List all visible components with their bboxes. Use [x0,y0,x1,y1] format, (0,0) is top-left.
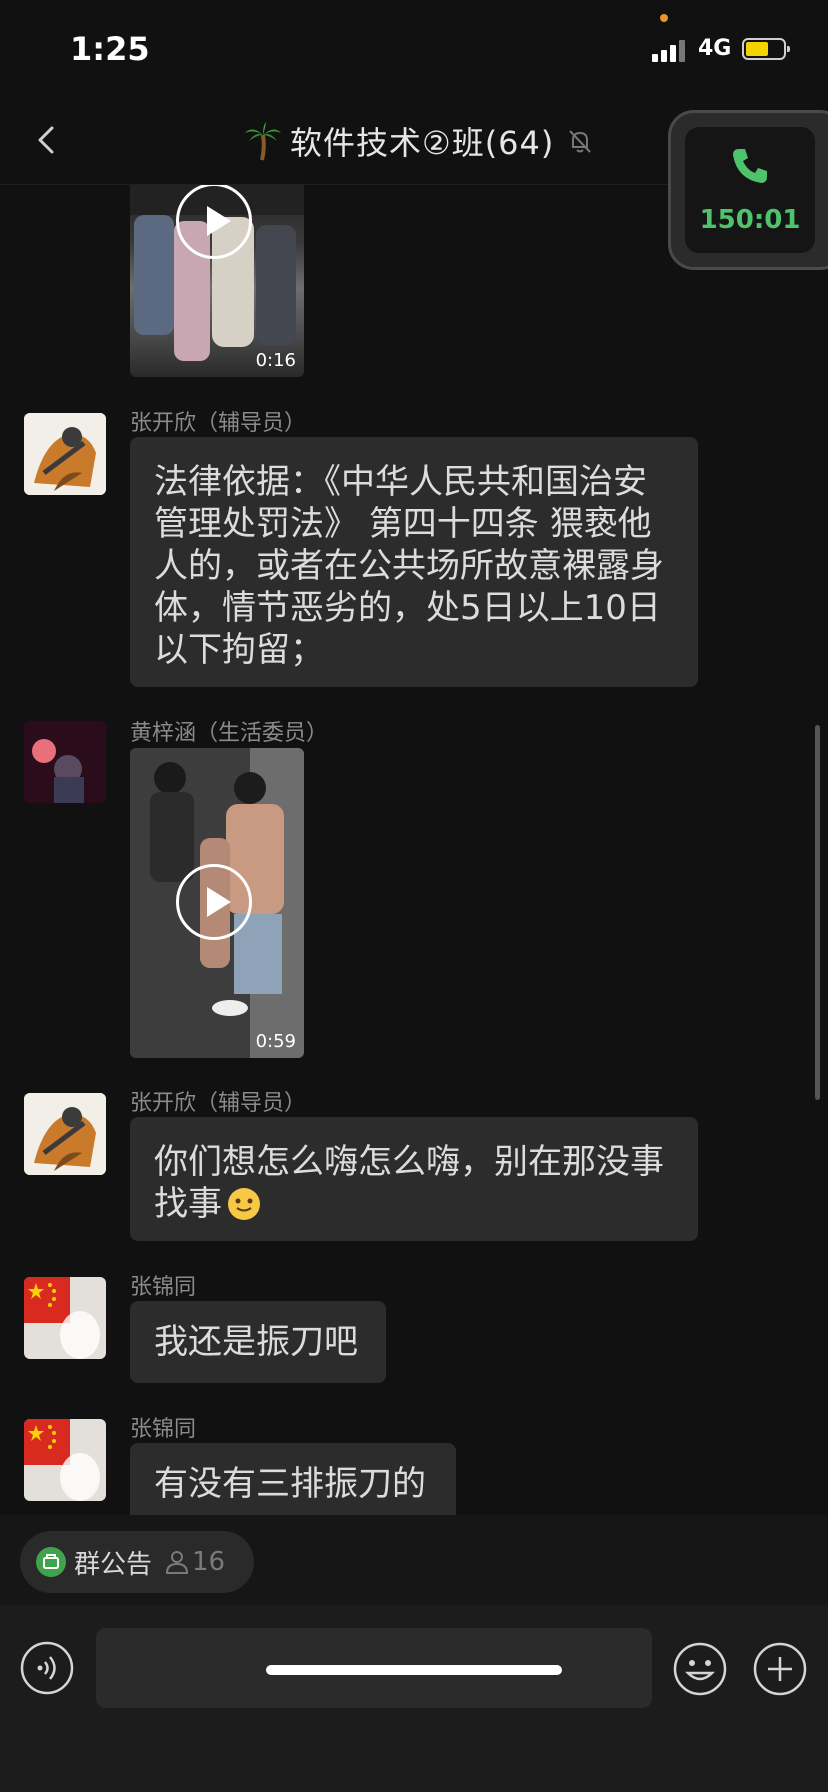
message-text: 我还是振刀吧 [154,1322,358,1362]
announcement-icon [36,1547,66,1577]
input-bar [0,1605,828,1792]
sender-name: 张开欣（辅导员） [130,411,307,436]
message-line: 找事 [154,1184,222,1224]
play-icon[interactable] [176,185,252,259]
smile-emoji-icon [228,1188,260,1220]
video-message[interactable]: 0:59 [130,748,304,1058]
scrollbar[interactable] [815,725,820,1100]
signal-icon [652,38,686,62]
video-duration: 0:16 [255,350,296,371]
voice-icon[interactable] [20,1641,74,1695]
message-line: 你们想怎么嗨怎么嗨，别在那没事 [154,1142,664,1182]
back-icon[interactable] [28,118,68,162]
network-type: 4G [698,36,732,61]
chat-title: 软件技术②班(64) [290,124,555,162]
announcement-bar: 群公告 16 [0,1515,828,1605]
avatar[interactable] [24,721,106,803]
video-message[interactable]: 0:16 [130,185,304,377]
message-line: 法律依据：《中华人民共和国治安 [154,462,647,502]
status-bar: 1:25 4G [0,0,828,100]
phone-icon [733,149,767,183]
message-bubble[interactable]: 你们想怎么嗨怎么嗨，别在那没事 找事 [130,1117,698,1241]
emoji-icon[interactable] [672,1641,728,1697]
message-bubble[interactable]: 法律依据：《中华人民共和国治安 管理处罚法》 第四十四条 猥亵他 人的，或者在公… [130,437,698,687]
announcement-read-count: 16 [192,1547,226,1577]
avatar[interactable] [24,1093,106,1175]
group-announcement-button[interactable]: 群公告 16 [20,1531,254,1593]
avatar[interactable] [24,1419,106,1501]
avatar[interactable] [24,1277,106,1359]
message-line: 管理处罚法》 第四十四条 猥亵他 [154,504,652,544]
avatar[interactable] [24,413,106,495]
palm-tree-icon [245,122,281,161]
play-icon[interactable] [176,864,252,940]
message-list[interactable]: 0:16 张开欣（辅导员） 法律依据：《中华人民共和国治安 管理处罚法》 第四十… [0,185,828,1515]
sender-name: 张锦同 [130,1417,197,1442]
message-line: 以下拘留； [154,630,324,670]
sender-name: 黄梓涵（生活委员） [130,721,329,746]
privacy-indicator-dot [660,14,668,22]
battery-icon [742,38,790,60]
message-bubble[interactable]: 我还是振刀吧 [130,1301,386,1383]
bell-slash-icon [569,130,592,153]
sender-name: 张开欣（辅导员） [130,1091,307,1116]
plus-icon[interactable] [752,1641,808,1697]
message-line: 体，情节恶劣的，处5日以上10日 [154,588,661,628]
message-line: 人的，或者在公共场所故意裸露身 [154,546,664,586]
home-indicator[interactable] [266,1665,562,1675]
status-time: 1:25 [70,30,150,68]
chat-title-group[interactable]: 软件技术②班(64) [244,118,594,164]
announcement-label: 群公告 [74,1549,153,1580]
video-duration: 0:59 [255,1031,296,1052]
sender-name: 张锦同 [130,1275,197,1300]
message-text: 有没有三排振刀的 [154,1464,426,1504]
person-icon [166,1551,189,1574]
message-bubble[interactable]: 有没有三排振刀的 [130,1443,456,1515]
